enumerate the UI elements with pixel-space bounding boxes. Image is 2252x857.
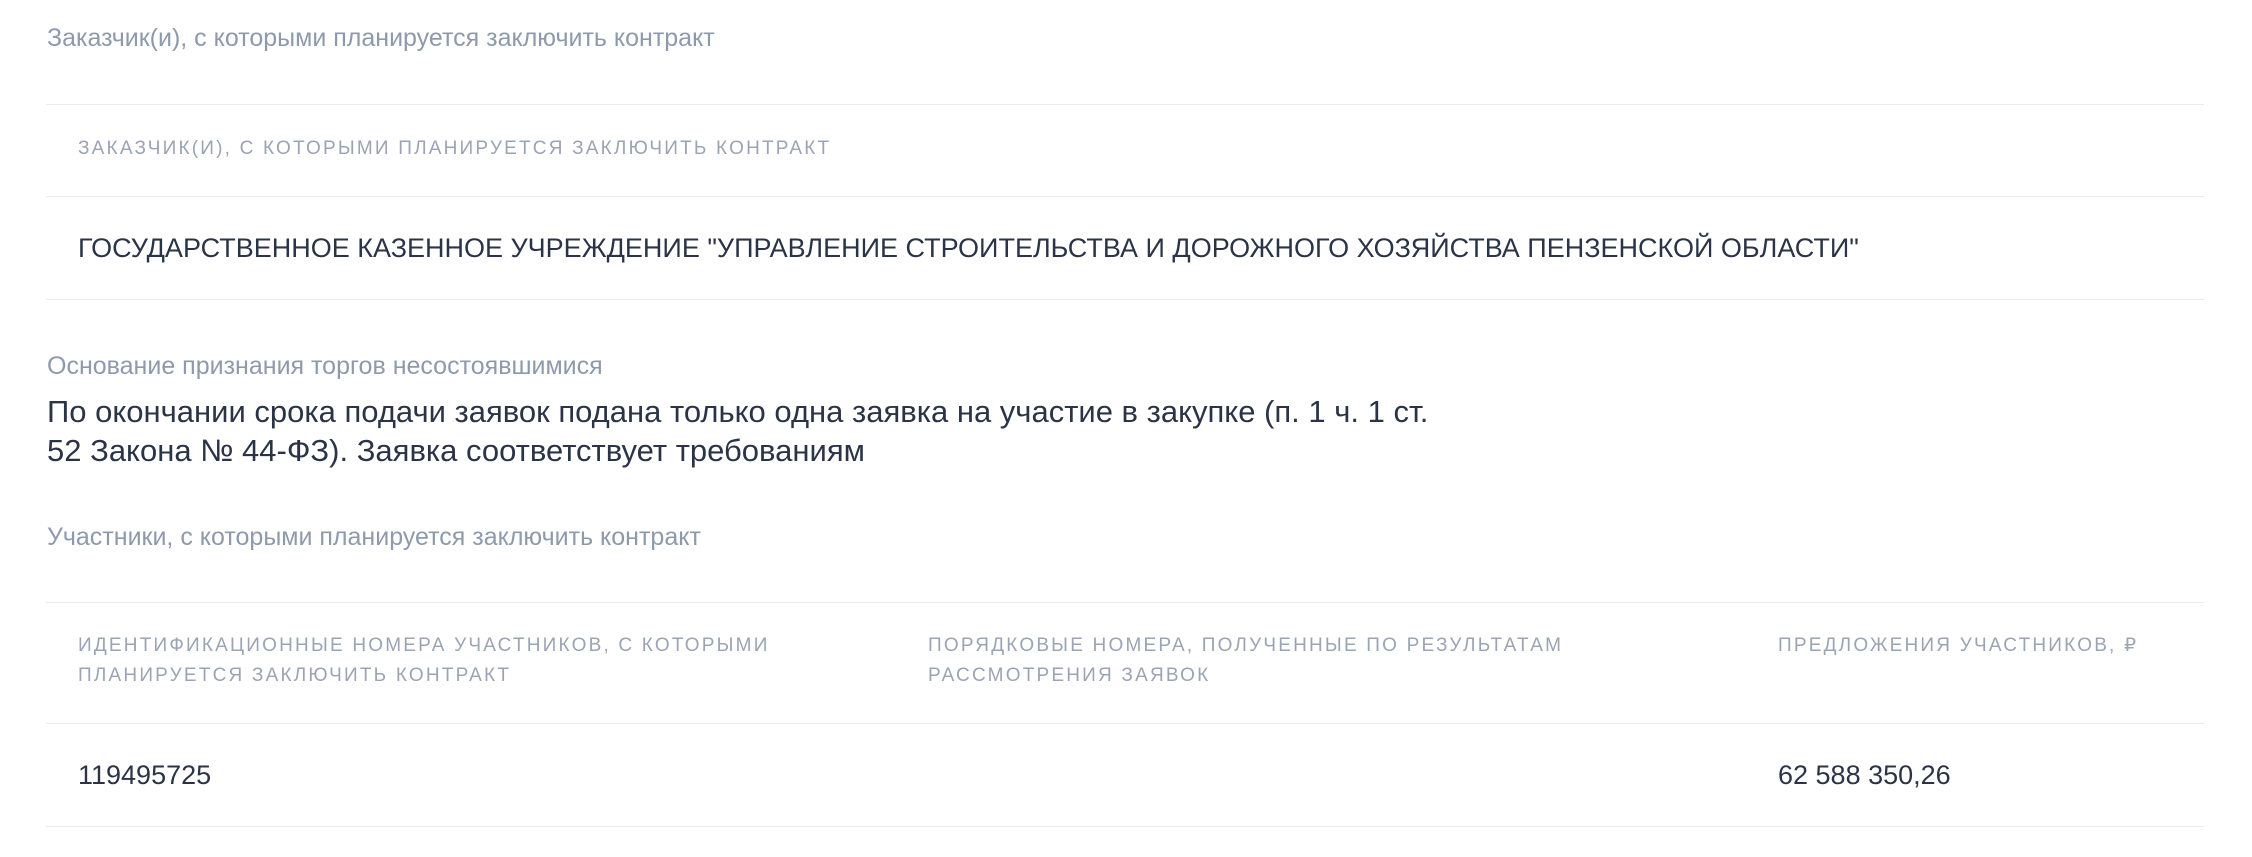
customers-table-header: ЗАКАЗЧИК(И), С КОТОРЫМИ ПЛАНИРУЕТСЯ ЗАКЛ… bbox=[78, 138, 832, 159]
failure-reason-text: По окончании срока подачи заявок подана … bbox=[47, 392, 1517, 470]
page: Заказчик(и), с которыми планируется закл… bbox=[0, 0, 2252, 857]
divider bbox=[46, 196, 2204, 197]
failure-reason-line-2: 52 Закона № 44-ФЗ). Заявка соответствует… bbox=[47, 433, 865, 468]
divider bbox=[46, 826, 2204, 827]
failure-reason-label: Основание признания торгов несостоявшими… bbox=[47, 352, 603, 380]
participants-section-label: Участники, с которыми планируется заключ… bbox=[47, 523, 701, 551]
participant-id-cell: 119495725 bbox=[78, 760, 212, 790]
customer-name-cell: ГОСУДАРСТВЕННОЕ КАЗЕННОЕ УЧРЕЖДЕНИЕ "УПР… bbox=[78, 233, 1859, 263]
customers-section-label: Заказчик(и), с которыми планируется закл… bbox=[47, 24, 715, 52]
participants-header-id: ИДЕНТИФИКАЦИОННЫЕ НОМЕРА УЧАСТНИКОВ, С К… bbox=[78, 635, 770, 686]
divider bbox=[46, 104, 2204, 105]
divider bbox=[46, 299, 2204, 300]
participants-header-offer: ПРЕДЛОЖЕНИЯ УЧАСТНИКОВ, ₽ bbox=[1778, 635, 2139, 656]
divider bbox=[46, 723, 2204, 724]
failure-reason-line-1: По окончании срока подачи заявок подана … bbox=[47, 394, 1429, 429]
participants-header-order-number: ПОРЯДКОВЫЕ НОМЕРА, ПОЛУЧЕННЫЕ ПО РЕЗУЛЬТ… bbox=[928, 635, 1564, 686]
divider bbox=[46, 602, 2204, 603]
participant-offer-cell: 62 588 350,26 bbox=[1778, 760, 1951, 790]
